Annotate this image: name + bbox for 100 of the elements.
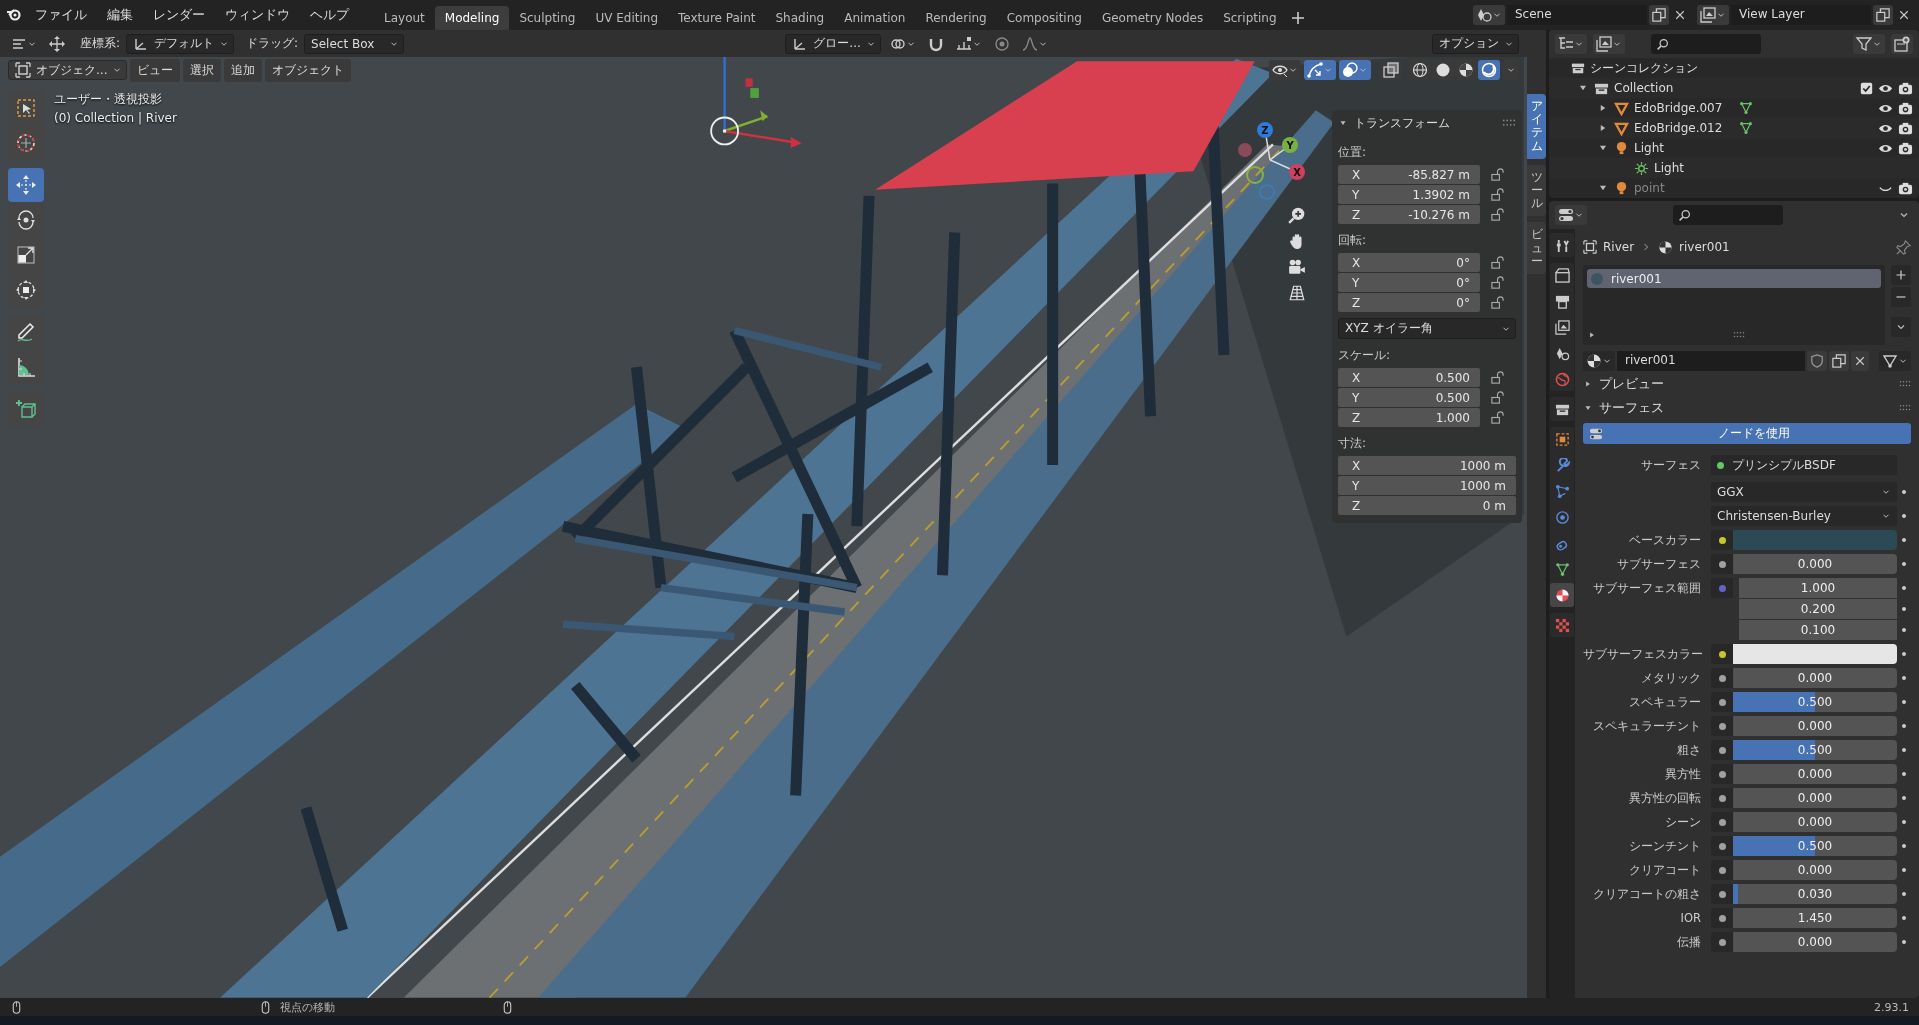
slider-field[interactable]: 0.000 [1733, 788, 1897, 808]
group-label: 位置: [1338, 144, 1368, 161]
menu-item[interactable]: 選択 [183, 58, 222, 82]
menu-item[interactable]: レンダー [144, 3, 214, 27]
workspace-tab[interactable]: Sculpting [509, 6, 586, 30]
slider-field[interactable]: 0.500 [1733, 740, 1897, 760]
field-label: サブサーフェス範囲 [1592, 580, 1702, 597]
panel-header[interactable]: サーフェス [1599, 399, 1893, 417]
number-field[interactable]: Z 0° [1338, 293, 1480, 312]
slider-field[interactable]: 0.500 [1733, 836, 1897, 856]
sidebar-tab[interactable]: アイテム [1527, 94, 1546, 159]
workspace-tab[interactable]: Texture Paint [668, 6, 766, 30]
navigation-gizmo[interactable]: Z Y X [1225, 110, 1315, 202]
shader-dropdown[interactable]: プリンシプルBSDF [1711, 455, 1897, 475]
mode-dropdown[interactable]: オブジェク... [8, 60, 128, 80]
number-field[interactable]: Y 0.500 [1338, 388, 1480, 407]
orientation-dropdown[interactable]: グロー... [785, 33, 881, 54]
tree-item[interactable]: Light [1654, 161, 1684, 175]
slider-field[interactable]: 0.500 [1733, 692, 1897, 712]
field-label: サブサーフェスカラー [1583, 646, 1704, 662]
group-label: 寸法: [1338, 435, 1368, 452]
number-field[interactable]: X 0° [1338, 253, 1480, 272]
scene-field[interactable]: Scene [1507, 5, 1647, 25]
list-item[interactable]: river001 [1587, 269, 1881, 288]
number-field[interactable]: 0.100 [1739, 620, 1897, 640]
menu-item[interactable]: 編集 [98, 3, 142, 27]
dropdown[interactable]: Christensen-Burley [1711, 506, 1897, 526]
workspace-tab[interactable]: Animation [834, 6, 916, 30]
field-label: 伝播 [1676, 934, 1702, 950]
tree-item[interactable]: point [1634, 181, 1665, 195]
number-field[interactable]: 1.000 [1739, 578, 1897, 598]
slider-field[interactable]: 0.000 [1733, 668, 1897, 688]
menu-item[interactable]: ヘルプ [301, 3, 358, 27]
workspace-tab[interactable]: UV Editing [585, 6, 669, 30]
field-label: スペキュラーチント [1592, 718, 1702, 734]
tree-item[interactable]: EdoBridge.012 [1634, 121, 1734, 135]
number-field[interactable]: Z 0 m [1338, 496, 1516, 515]
menu-item[interactable]: ビュー [130, 58, 181, 82]
drag-dropdown[interactable]: Select Box [304, 33, 405, 54]
number-field[interactable]: Y 1000 m [1338, 476, 1516, 495]
use-nodes-button[interactable]: ノードを使用 [1583, 423, 1911, 444]
field-label: クリアコートの粗さ [1592, 886, 1702, 902]
field-label: IOR [1679, 911, 1702, 925]
rotation-mode-dropdown[interactable]: XYZ オイラー角 [1338, 318, 1516, 339]
menu-item[interactable]: ウィンドウ [216, 3, 299, 27]
number-field[interactable]: 0.200 [1739, 599, 1897, 619]
menu-item[interactable]: ファイル [26, 3, 96, 27]
workspace-tab[interactable]: Modeling [434, 6, 510, 30]
workspace-tab[interactable]: Geometry Nodes [1091, 6, 1214, 30]
number-field[interactable]: 1.450 [1733, 908, 1897, 928]
workspace-tab[interactable]: Compositing [996, 6, 1092, 30]
field-label: メタリック [1640, 670, 1702, 686]
panel-header[interactable]: プレビュー [1599, 375, 1893, 393]
number-field[interactable]: X 1000 m [1338, 456, 1516, 475]
field-label: シーンチント [1628, 838, 1702, 854]
context-label: (0) Collection | River [54, 111, 177, 125]
field-label: 異方性 [1664, 766, 1702, 782]
tree-item[interactable]: シーンコレクション [1590, 59, 1698, 77]
tree-item[interactable]: EdoBridge.007 [1634, 101, 1734, 115]
number-field[interactable]: Y 1.3902 m [1338, 185, 1480, 204]
slider-field[interactable]: 0.030 [1733, 884, 1897, 904]
number-field[interactable]: Z 1.000 [1338, 408, 1480, 427]
slider-field[interactable]: 0.000 [1733, 554, 1897, 574]
group-label: 回転: [1338, 232, 1368, 249]
number-field[interactable]: Z -10.276 m [1338, 205, 1480, 224]
field-label: 粗さ [1676, 742, 1702, 758]
number-field[interactable]: Y 0° [1338, 273, 1480, 292]
view-layer-field[interactable]: View Layer [1731, 5, 1871, 25]
tree-item[interactable]: Light [1634, 141, 1664, 155]
menu-item[interactable]: オブジェクト [265, 58, 352, 82]
slider-field[interactable]: 0.000 [1733, 932, 1897, 952]
sidebar-tab[interactable]: ビュー [1527, 222, 1546, 274]
material-name-field[interactable]: river001 [1617, 351, 1805, 371]
workspace-tab[interactable]: Shading [765, 6, 835, 30]
slider-field[interactable]: 0.000 [1733, 764, 1897, 784]
slider-field[interactable]: 0.000 [1733, 716, 1897, 736]
field-label: シーン [1664, 814, 1702, 830]
dropdown[interactable]: GGX [1711, 482, 1897, 502]
field-label: ベースカラー [1628, 532, 1702, 548]
tree-item[interactable]: Collection [1614, 81, 1674, 95]
coordinate-dropdown[interactable]: デフォルト [126, 33, 235, 54]
field-label: クリアコート [1628, 862, 1702, 878]
group-label: スケール: [1338, 347, 1392, 364]
menu-item[interactable]: 追加 [224, 58, 263, 82]
slider-field[interactable]: 0.000 [1733, 860, 1897, 880]
field-label: サブサーフェス [1616, 556, 1702, 572]
workspace-tab[interactable]: Scripting [1213, 6, 1287, 30]
sidebar-tab[interactable]: ツール [1527, 164, 1546, 217]
panel-title: トランスフォーム [1354, 114, 1451, 132]
workspace-tab[interactable]: Layout [374, 6, 435, 30]
number-field[interactable]: X -85.827 m [1338, 165, 1480, 184]
options-dropdown[interactable]: オプション [1432, 33, 1519, 54]
workspace-tab[interactable]: Rendering [915, 6, 997, 30]
breadcrumb-item: River [1603, 240, 1635, 254]
breadcrumb-item: river001 [1679, 240, 1730, 254]
coordinate-label: 座標系: [80, 35, 121, 52]
slider-field[interactable]: 0.000 [1733, 812, 1897, 832]
field-label: サーフェス [1640, 457, 1702, 473]
number-field[interactable]: X 0.500 [1338, 368, 1480, 387]
drag-label: ドラッグ: [246, 35, 299, 52]
